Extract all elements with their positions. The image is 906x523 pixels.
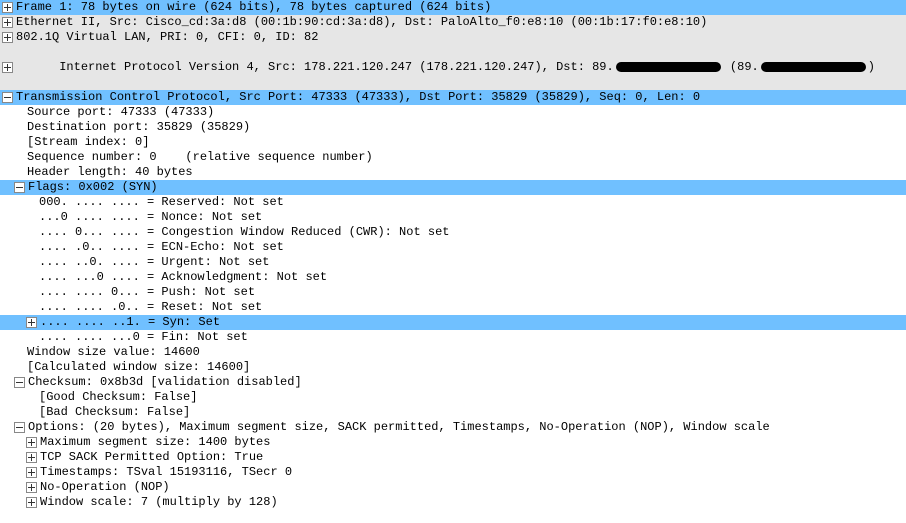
flag-urg-label: .... ..0. .... = Urgent: Not set — [39, 255, 906, 270]
expand-icon[interactable] — [26, 467, 37, 478]
flag-ecn-label: .... .0.. .... = ECN-Echo: Not set — [39, 240, 906, 255]
option-nop-label: No-Operation (NOP) — [39, 480, 906, 495]
redaction-bar — [761, 62, 866, 72]
vlan-summary: 802.1Q Virtual LAN, PRI: 0, CFI: 0, ID: … — [15, 30, 906, 45]
tcp-srcport-label: Source port: 47333 (47333) — [27, 105, 906, 120]
flag-psh-label: .... .... 0... = Push: Not set — [39, 285, 906, 300]
tcp-stream[interactable]: [Stream index: 0] — [0, 135, 906, 150]
expand-icon[interactable] — [26, 317, 37, 328]
flag-rst-label: .... .... .0.. = Reset: Not set — [39, 300, 906, 315]
flag-psh[interactable]: .... .... 0... = Push: Not set — [0, 285, 906, 300]
option-mss[interactable]: Maximum segment size: 1400 bytes — [0, 435, 906, 450]
tcp-winsize[interactable]: Window size value: 14600 — [0, 345, 906, 360]
tcp-flags-summary: Flags: 0x002 (SYN) — [27, 180, 906, 195]
option-nop[interactable]: No-Operation (NOP) — [0, 480, 906, 495]
ip-mid: (89. — [723, 60, 759, 74]
ip-summary: Internet Protocol Version 4, Src: 178.22… — [15, 45, 875, 90]
expand-icon[interactable] — [26, 482, 37, 493]
bad-checksum[interactable]: [Bad Checksum: False] — [0, 405, 906, 420]
expand-icon[interactable] — [2, 62, 13, 73]
flag-ecn[interactable]: .... .0.. .... = ECN-Echo: Not set — [0, 240, 906, 255]
frame-summary: Frame 1: 78 bytes on wire (624 bits), 78… — [15, 0, 906, 15]
bad-checksum-label: [Bad Checksum: False] — [39, 405, 906, 420]
tcp-hdrlen-label: Header length: 40 bytes — [27, 165, 906, 180]
tcp-options-header[interactable]: Options: (20 bytes), Maximum segment siz… — [0, 420, 906, 435]
ethernet-summary: Ethernet II, Src: Cisco_cd:3a:d8 (00:1b:… — [15, 15, 906, 30]
tcp-summary: Transmission Control Protocol, Src Port:… — [15, 90, 906, 105]
flag-ack[interactable]: .... ...0 .... = Acknowledgment: Not set — [0, 270, 906, 285]
collapse-icon[interactable] — [2, 92, 13, 103]
vlan-header[interactable]: 802.1Q Virtual LAN, PRI: 0, CFI: 0, ID: … — [0, 30, 906, 45]
expand-icon[interactable] — [2, 32, 13, 43]
redaction-bar — [616, 62, 721, 72]
flag-ack-label: .... ...0 .... = Acknowledgment: Not set — [39, 270, 906, 285]
ip-suffix: ) — [868, 60, 875, 74]
tcp-options-summary: Options: (20 bytes), Maximum segment siz… — [27, 420, 906, 435]
tcp-calcwin-label: [Calculated window size: 14600] — [27, 360, 906, 375]
tcp-calcwin[interactable]: [Calculated window size: 14600] — [0, 360, 906, 375]
option-timestamps[interactable]: Timestamps: TSval 15193116, TSecr 0 — [0, 465, 906, 480]
good-checksum[interactable]: [Good Checksum: False] — [0, 390, 906, 405]
good-checksum-label: [Good Checksum: False] — [39, 390, 906, 405]
collapse-icon[interactable] — [14, 182, 25, 193]
option-window-scale-label: Window scale: 7 (multiply by 128) — [39, 495, 906, 510]
ip-header[interactable]: Internet Protocol Version 4, Src: 178.22… — [0, 45, 906, 90]
tcp-stream-label: [Stream index: 0] — [27, 135, 906, 150]
tcp-dstport-label: Destination port: 35829 (35829) — [27, 120, 906, 135]
tcp-dstport[interactable]: Destination port: 35829 (35829) — [0, 120, 906, 135]
flag-reserved-label: 000. .... .... = Reserved: Not set — [39, 195, 906, 210]
flag-nonce[interactable]: ...0 .... .... = Nonce: Not set — [0, 210, 906, 225]
tcp-seq-label: Sequence number: 0 (relative sequence nu… — [27, 150, 906, 165]
flag-rst[interactable]: .... .... .0.. = Reset: Not set — [0, 300, 906, 315]
expand-icon[interactable] — [26, 497, 37, 508]
flag-fin-label: .... .... ...0 = Fin: Not set — [39, 330, 906, 345]
flag-reserved[interactable]: 000. .... .... = Reserved: Not set — [0, 195, 906, 210]
expand-icon[interactable] — [26, 452, 37, 463]
flag-syn[interactable]: .... .... ..1. = Syn: Set — [0, 315, 906, 330]
expand-icon[interactable] — [2, 17, 13, 28]
flag-fin[interactable]: .... .... ...0 = Fin: Not set — [0, 330, 906, 345]
flag-cwr-label: .... 0... .... = Congestion Window Reduc… — [39, 225, 906, 240]
expand-icon[interactable] — [26, 437, 37, 448]
packet-details-tree: Frame 1: 78 bytes on wire (624 bits), 78… — [0, 0, 906, 510]
tcp-header[interactable]: Transmission Control Protocol, Src Port:… — [0, 90, 906, 105]
tcp-flags-header[interactable]: Flags: 0x002 (SYN) — [0, 180, 906, 195]
tcp-checksum-header[interactable]: Checksum: 0x8b3d [validation disabled] — [0, 375, 906, 390]
flag-nonce-label: ...0 .... .... = Nonce: Not set — [39, 210, 906, 225]
collapse-icon[interactable] — [14, 377, 25, 388]
option-sack-label: TCP SACK Permitted Option: True — [39, 450, 906, 465]
tcp-seq[interactable]: Sequence number: 0 (relative sequence nu… — [0, 150, 906, 165]
tcp-hdrlen[interactable]: Header length: 40 bytes — [0, 165, 906, 180]
tcp-srcport[interactable]: Source port: 47333 (47333) — [0, 105, 906, 120]
option-sack[interactable]: TCP SACK Permitted Option: True — [0, 450, 906, 465]
option-timestamps-label: Timestamps: TSval 15193116, TSecr 0 — [39, 465, 906, 480]
tcp-winsize-label: Window size value: 14600 — [27, 345, 906, 360]
expand-icon[interactable] — [2, 2, 13, 13]
flag-syn-label: .... .... ..1. = Syn: Set — [39, 315, 906, 330]
ethernet-header[interactable]: Ethernet II, Src: Cisco_cd:3a:d8 (00:1b:… — [0, 15, 906, 30]
flag-cwr[interactable]: .... 0... .... = Congestion Window Reduc… — [0, 225, 906, 240]
flag-urg[interactable]: .... ..0. .... = Urgent: Not set — [0, 255, 906, 270]
option-window-scale[interactable]: Window scale: 7 (multiply by 128) — [0, 495, 906, 510]
frame-header[interactable]: Frame 1: 78 bytes on wire (624 bits), 78… — [0, 0, 906, 15]
tcp-checksum-summary: Checksum: 0x8b3d [validation disabled] — [27, 375, 906, 390]
collapse-icon[interactable] — [14, 422, 25, 433]
ip-prefix: Internet Protocol Version 4, Src: 178.22… — [59, 60, 614, 74]
option-mss-label: Maximum segment size: 1400 bytes — [39, 435, 906, 450]
